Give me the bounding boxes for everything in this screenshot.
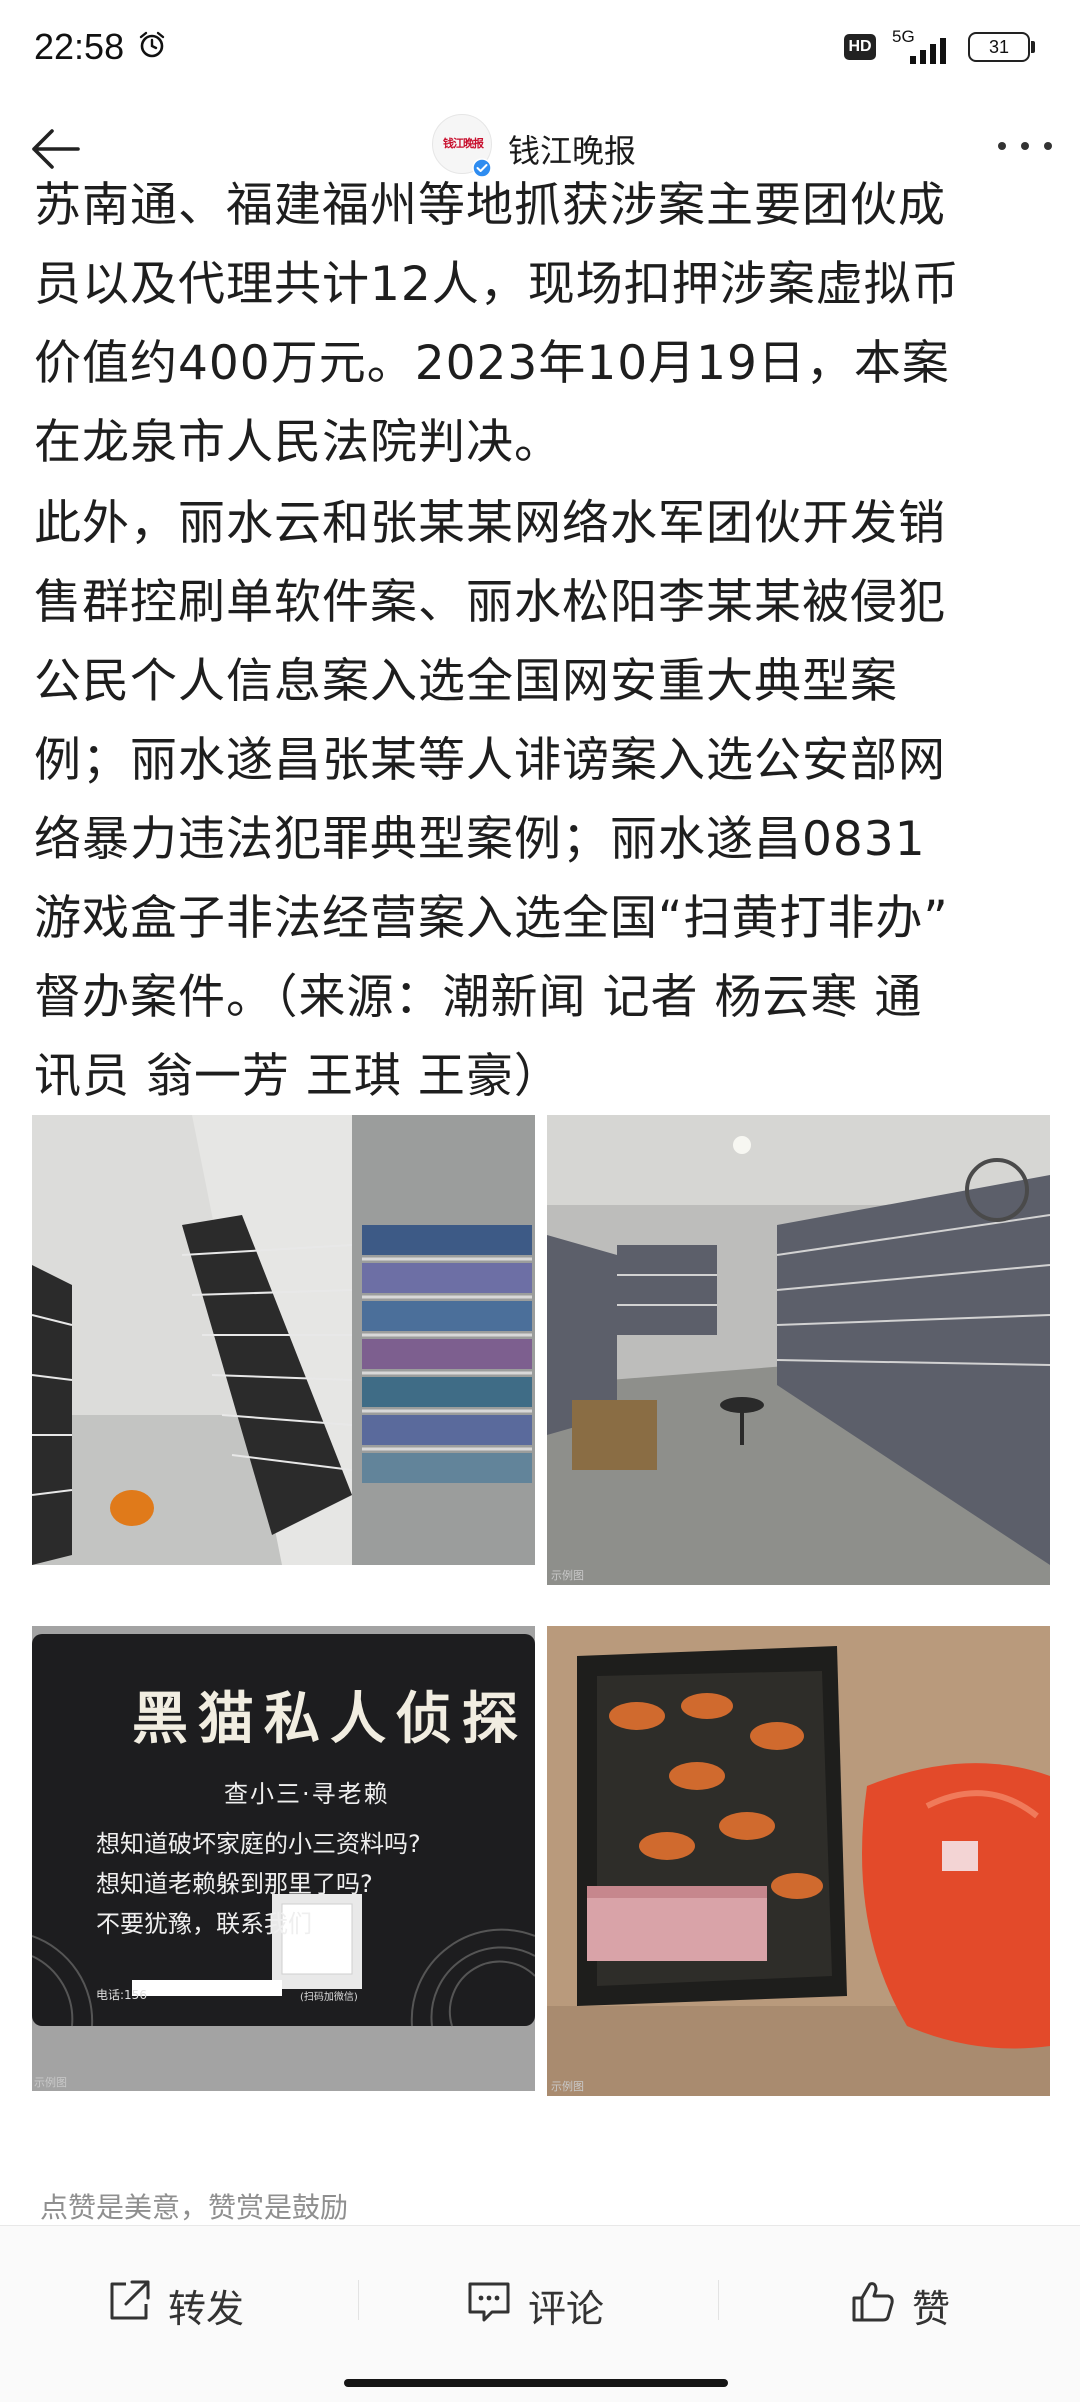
card-qr-label: (扫码加微信) (300, 1992, 358, 2003)
article-image-basement[interactable]: 示例图 (547, 1115, 1050, 1585)
image-watermark: 示例图 (551, 2080, 584, 2093)
alarm-icon (139, 31, 165, 58)
share-label: 转发 (168, 2287, 245, 2331)
card-title: 黑猫私人侦探 (132, 1686, 528, 1752)
card-phone: 电话:156 (96, 1988, 147, 2002)
article-paragraph: 此外，丽水云和张某某网络水军团伙开发销 售群控刷单软件案、丽水松阳李某某被侵犯 … (34, 496, 949, 1104)
like-icon (852, 2282, 894, 2322)
card-line: 不要犹豫，联系我们 (96, 1910, 312, 1938)
article-paragraph: 苏南通、福建福州等地抓获涉案主要团伙成 员以及代理共计12人，现场扣押涉案虚拟币… (34, 178, 960, 470)
battery-tip (1031, 41, 1035, 53)
image-watermark: 示例图 (551, 1569, 584, 1582)
card-subtitle: 查小三·寻老赖 (224, 1780, 390, 1808)
divider (358, 2280, 359, 2320)
article-image-detective-card[interactable]: 黑猫私人侦探 查小三·寻老赖 想知道破坏家庭的小三资料吗? 想知道老赖躲到那里了… (32, 1626, 535, 2091)
comment-label: 评论 (528, 2287, 605, 2331)
bottom-action-bar: 转发 评论 赞 (0, 2225, 1080, 2402)
comment-icon (468, 2282, 510, 2322)
card-line: 想知道破坏家庭的小三资料吗? (96, 1830, 421, 1858)
hd-badge: HD (844, 34, 876, 60)
article-image-phone-racks[interactable] (32, 1115, 535, 1565)
like-label: 赞 (912, 2287, 951, 2331)
avatar-logo-text: 钱江晚报 (443, 137, 484, 150)
reward-hint: 点赞是美意，赞赏是鼓励 (40, 2191, 349, 2224)
home-indicator[interactable] (344, 2379, 728, 2387)
more-icon[interactable] (990, 126, 1060, 166)
status-bar: 22:58 HD 5G 31 (0, 0, 1080, 96)
like-button[interactable]: 赞 (850, 2268, 970, 2331)
signal-icon (910, 38, 946, 64)
share-icon (110, 2280, 150, 2320)
share-button[interactable]: 转发 (106, 2268, 266, 2331)
status-time: 22:58 (34, 26, 125, 67)
divider (718, 2280, 719, 2320)
image-watermark: 示例图 (34, 2076, 67, 2089)
card-line: 想知道老赖躲到那里了吗? (96, 1870, 373, 1898)
battery-indicator: 31 (968, 32, 1030, 62)
article-image-cash-box[interactable]: 示例图 (547, 1626, 1050, 2096)
comment-button[interactable]: 评论 (466, 2268, 626, 2331)
